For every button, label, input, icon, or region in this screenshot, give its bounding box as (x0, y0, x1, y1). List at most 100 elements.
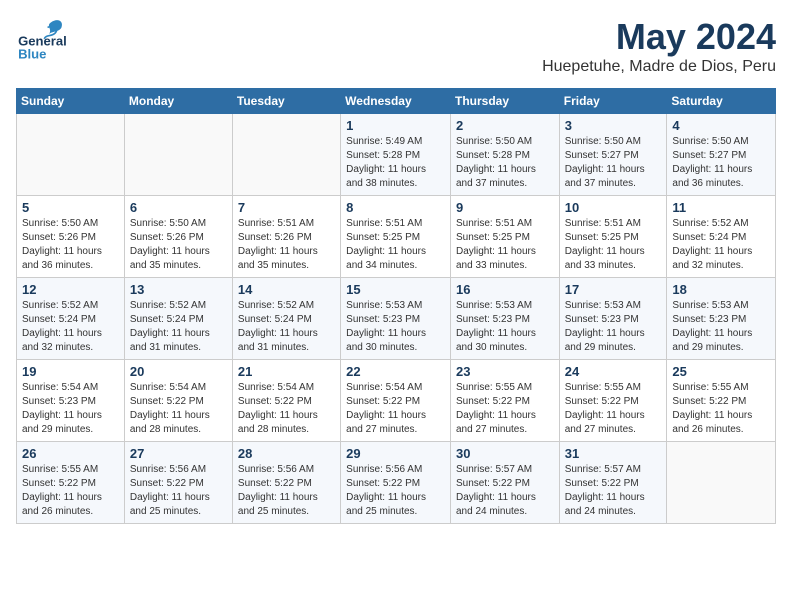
calendar-cell (17, 114, 125, 196)
day-info: Sunrise: 5:51 AM Sunset: 5:25 PM Dayligh… (456, 217, 554, 273)
weekday-header-wednesday: Wednesday (341, 89, 451, 114)
day-number: 23 (456, 364, 554, 379)
day-info: Sunrise: 5:50 AM Sunset: 5:27 PM Dayligh… (672, 135, 770, 191)
day-info: Sunrise: 5:53 AM Sunset: 5:23 PM Dayligh… (672, 299, 770, 355)
calendar-cell: 27 Sunrise: 5:56 AM Sunset: 5:22 PM Dayli… (124, 442, 232, 524)
day-number: 18 (672, 282, 770, 297)
day-info: Sunrise: 5:55 AM Sunset: 5:22 PM Dayligh… (565, 381, 662, 437)
day-info: Sunrise: 5:57 AM Sunset: 5:22 PM Dayligh… (565, 463, 662, 519)
weekday-header-sunday: Sunday (17, 89, 125, 114)
calendar-cell: 7Sunrise: 5:51 AM Sunset: 5:26 PM Daylig… (232, 196, 340, 278)
day-info: Sunrise: 5:52 AM Sunset: 5:24 PM Dayligh… (130, 299, 227, 355)
day-number: 3 (565, 118, 662, 133)
day-info: Sunrise: 5:49 AM Sunset: 5:28 PM Dayligh… (346, 135, 445, 191)
day-info: Sunrise: 5:56 AM Sunset: 5:22 PM Dayligh… (130, 463, 227, 519)
calendar-week-3: 12 Sunrise: 5:52 AM Sunset: 5:24 PM Dayli… (17, 278, 776, 360)
day-info: Sunrise: 5:52 AM Sunset: 5:24 PM Dayligh… (238, 299, 335, 355)
day-info: Sunrise: 5:51 AM Sunset: 5:25 PM Dayligh… (346, 217, 445, 273)
day-number: 22 (346, 364, 445, 379)
calendar-cell: 12 Sunrise: 5:52 AM Sunset: 5:24 PM Dayli… (17, 278, 125, 360)
day-info: Sunrise: 5:52 AM Sunset: 5:24 PM Dayligh… (22, 299, 119, 355)
day-info: Sunrise: 5:55 AM Sunset: 5:22 PM Dayligh… (456, 381, 554, 437)
day-info: Sunrise: 5:56 AM Sunset: 5:22 PM Dayligh… (346, 463, 445, 519)
calendar-cell: 21Sunrise: 5:54 AM Sunset: 5:22 PM Dayli… (232, 360, 340, 442)
calendar-cell: 8 Sunrise: 5:51 AM Sunset: 5:25 PM Daylig… (341, 196, 451, 278)
calendar-week-2: 5 Sunrise: 5:50 AM Sunset: 5:26 PM Daylig… (17, 196, 776, 278)
day-number: 12 (22, 282, 119, 297)
day-number: 17 (565, 282, 662, 297)
calendar-cell: 22 Sunrise: 5:54 AM Sunset: 5:22 PM Dayli… (341, 360, 451, 442)
calendar-week-4: 19 Sunrise: 5:54 AM Sunset: 5:23 PM Dayli… (17, 360, 776, 442)
day-info: Sunrise: 5:53 AM Sunset: 5:23 PM Dayligh… (456, 299, 554, 355)
day-number: 15 (346, 282, 445, 297)
calendar-cell: 16 Sunrise: 5:53 AM Sunset: 5:23 PM Dayli… (450, 278, 559, 360)
day-number: 21 (238, 364, 335, 379)
calendar-cell: 4Sunrise: 5:50 AM Sunset: 5:27 PM Daylig… (667, 114, 776, 196)
calendar-cell: 15Sunrise: 5:53 AM Sunset: 5:23 PM Dayli… (341, 278, 451, 360)
calendar-cell: 17 Sunrise: 5:53 AM Sunset: 5:23 PM Dayli… (559, 278, 667, 360)
day-info: Sunrise: 5:53 AM Sunset: 5:23 PM Dayligh… (565, 299, 662, 355)
day-number: 9 (456, 200, 554, 215)
day-info: Sunrise: 5:51 AM Sunset: 5:26 PM Dayligh… (238, 217, 335, 273)
weekday-header-thursday: Thursday (450, 89, 559, 114)
day-number: 11 (672, 200, 770, 215)
calendar-cell: 10 Sunrise: 5:51 AM Sunset: 5:25 PM Dayli… (559, 196, 667, 278)
day-number: 14 (238, 282, 335, 297)
calendar-title: May 2024 (542, 16, 776, 58)
day-number: 6 (130, 200, 227, 215)
weekday-header-saturday: Saturday (667, 89, 776, 114)
page-header: General Blue May 2024 Huepetuhe, Madre d… (16, 16, 776, 76)
day-number: 1 (346, 118, 445, 133)
calendar-table: SundayMondayTuesdayWednesdayThursdayFrid… (16, 88, 776, 524)
day-number: 19 (22, 364, 119, 379)
calendar-cell: 1 Sunrise: 5:49 AM Sunset: 5:28 PM Daylig… (341, 114, 451, 196)
calendar-cell: 25 Sunrise: 5:55 AM Sunset: 5:22 PM Dayli… (667, 360, 776, 442)
day-number: 20 (130, 364, 227, 379)
svg-text:Blue: Blue (18, 47, 46, 61)
day-number: 31 (565, 446, 662, 461)
day-info: Sunrise: 5:56 AM Sunset: 5:22 PM Dayligh… (238, 463, 335, 519)
day-number: 27 (130, 446, 227, 461)
calendar-cell: 26 Sunrise: 5:55 AM Sunset: 5:22 PM Dayli… (17, 442, 125, 524)
calendar-cell (124, 114, 232, 196)
calendar-cell: 28 Sunrise: 5:56 AM Sunset: 5:22 PM Dayli… (232, 442, 340, 524)
weekday-header-row: SundayMondayTuesdayWednesdayThursdayFrid… (17, 89, 776, 114)
calendar-cell: 6 Sunrise: 5:50 AM Sunset: 5:26 PM Daylig… (124, 196, 232, 278)
day-number: 30 (456, 446, 554, 461)
day-info: Sunrise: 5:54 AM Sunset: 5:22 PM Dayligh… (346, 381, 445, 437)
day-info: Sunrise: 5:54 AM Sunset: 5:22 PM Dayligh… (130, 381, 227, 437)
day-info: Sunrise: 5:52 AM Sunset: 5:24 PM Dayligh… (672, 217, 770, 273)
day-number: 25 (672, 364, 770, 379)
calendar-cell: 3Sunrise: 5:50 AM Sunset: 5:27 PM Daylig… (559, 114, 667, 196)
calendar-cell: 2Sunrise: 5:50 AM Sunset: 5:28 PM Daylig… (450, 114, 559, 196)
calendar-cell: 18 Sunrise: 5:53 AM Sunset: 5:23 PM Dayli… (667, 278, 776, 360)
day-info: Sunrise: 5:50 AM Sunset: 5:26 PM Dayligh… (22, 217, 119, 273)
day-number: 26 (22, 446, 119, 461)
day-number: 2 (456, 118, 554, 133)
weekday-header-friday: Friday (559, 89, 667, 114)
calendar-cell: 14 Sunrise: 5:52 AM Sunset: 5:24 PM Dayli… (232, 278, 340, 360)
calendar-week-5: 26 Sunrise: 5:55 AM Sunset: 5:22 PM Dayli… (17, 442, 776, 524)
day-info: Sunrise: 5:50 AM Sunset: 5:26 PM Dayligh… (130, 217, 227, 273)
day-info: Sunrise: 5:55 AM Sunset: 5:22 PM Dayligh… (672, 381, 770, 437)
day-number: 8 (346, 200, 445, 215)
day-number: 5 (22, 200, 119, 215)
calendar-subtitle: Huepetuhe, Madre de Dios, Peru (542, 58, 776, 76)
calendar-cell: 9 Sunrise: 5:51 AM Sunset: 5:25 PM Daylig… (450, 196, 559, 278)
calendar-header: SundayMondayTuesdayWednesdayThursdayFrid… (17, 89, 776, 114)
calendar-cell: 30Sunrise: 5:57 AM Sunset: 5:22 PM Dayli… (450, 442, 559, 524)
calendar-cell: 13 Sunrise: 5:52 AM Sunset: 5:24 PM Dayli… (124, 278, 232, 360)
day-info: Sunrise: 5:55 AM Sunset: 5:22 PM Dayligh… (22, 463, 119, 519)
day-info: Sunrise: 5:54 AM Sunset: 5:23 PM Dayligh… (22, 381, 119, 437)
logo-icon: General Blue (16, 16, 66, 61)
day-number: 10 (565, 200, 662, 215)
calendar-cell: 5 Sunrise: 5:50 AM Sunset: 5:26 PM Daylig… (17, 196, 125, 278)
day-number: 24 (565, 364, 662, 379)
calendar-cell: 20 Sunrise: 5:54 AM Sunset: 5:22 PM Dayli… (124, 360, 232, 442)
day-number: 16 (456, 282, 554, 297)
day-info: Sunrise: 5:51 AM Sunset: 5:25 PM Dayligh… (565, 217, 662, 273)
calendar-cell: 31 Sunrise: 5:57 AM Sunset: 5:22 PM Dayli… (559, 442, 667, 524)
calendar-cell: 11 Sunrise: 5:52 AM Sunset: 5:24 PM Dayli… (667, 196, 776, 278)
day-number: 13 (130, 282, 227, 297)
day-number: 28 (238, 446, 335, 461)
